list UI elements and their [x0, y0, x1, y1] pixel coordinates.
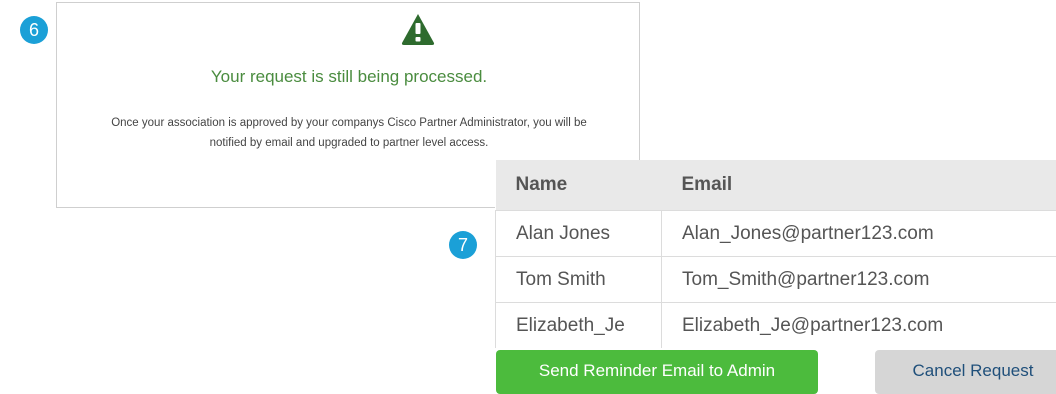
step-badge-7: 7 — [449, 231, 477, 259]
cell-email: Alan_Jones@partner123.com — [662, 211, 1056, 257]
cell-name: Alan Jones — [496, 211, 662, 257]
send-reminder-button[interactable]: Send Reminder Email to Admin — [496, 350, 818, 394]
table-row: Elizabeth_Je Elizabeth_Je@partner123.com — [496, 303, 1056, 349]
table-row: Tom Smith Tom_Smith@partner123.com — [496, 257, 1056, 303]
status-heading: Your request is still being processed. — [57, 67, 641, 87]
column-header-name: Name — [496, 160, 662, 211]
table-row: Alan Jones Alan_Jones@partner123.com — [496, 211, 1056, 257]
admin-table: Name Email Alan Jones Alan_Jones@partner… — [495, 160, 1056, 348]
cell-name: Tom Smith — [496, 257, 662, 303]
table-header-row: Name Email — [496, 160, 1056, 211]
cell-email: Tom_Smith@partner123.com — [662, 257, 1056, 303]
step-badge-6: 6 — [20, 16, 48, 44]
cell-name: Elizabeth_Je — [496, 303, 662, 349]
column-header-email: Email — [662, 160, 1056, 211]
cell-email: Elizabeth_Je@partner123.com — [662, 303, 1056, 349]
warning-triangle-icon — [401, 12, 435, 46]
cancel-request-button[interactable]: Cancel Request — [875, 350, 1056, 394]
status-message: Once your association is approved by you… — [97, 113, 601, 153]
